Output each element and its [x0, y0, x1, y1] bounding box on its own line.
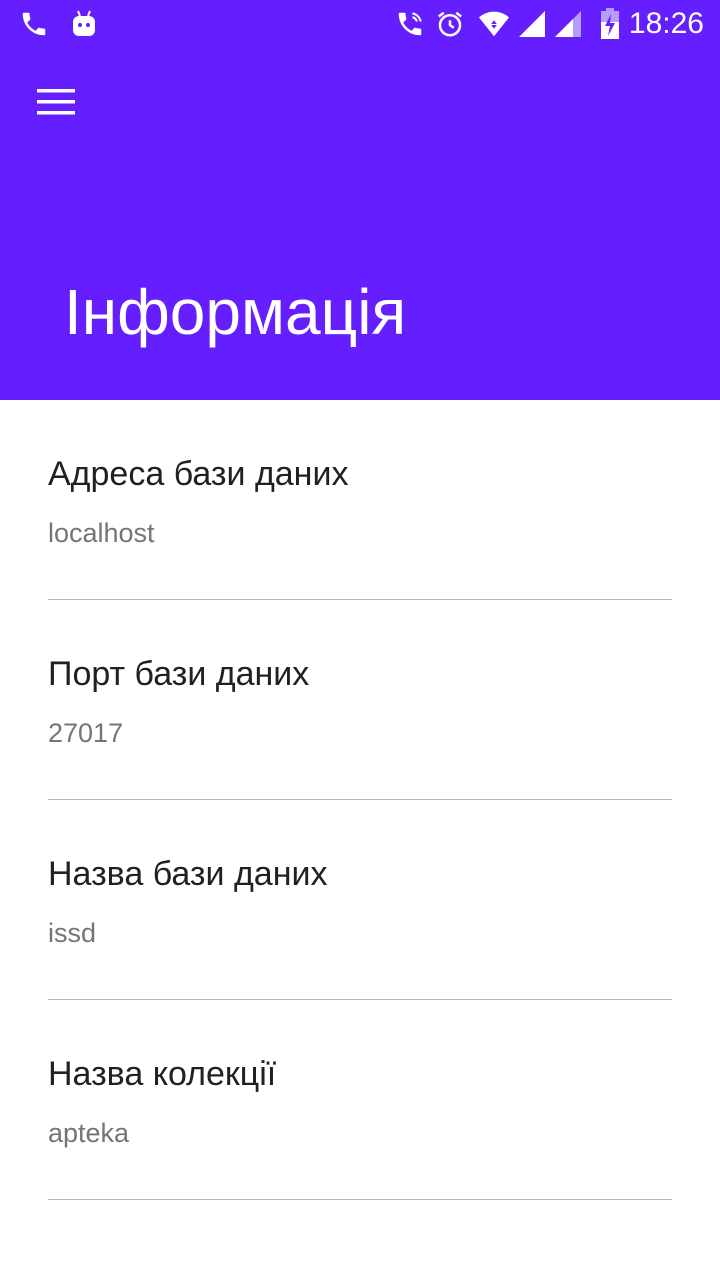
info-list: Адреса бази даних localhost Порт бази да…: [0, 400, 720, 1200]
list-item-collection-name[interactable]: Назва колекції apteka: [48, 1000, 672, 1200]
list-item-database-address[interactable]: Адреса бази даних localhost: [48, 400, 672, 600]
phone-icon: [18, 8, 50, 40]
item-label: Назва бази даних: [48, 855, 328, 893]
android-notification-icon: [68, 8, 100, 40]
item-label: Адреса бази даних: [48, 455, 349, 493]
hamburger-menu-icon: [37, 87, 75, 122]
cellular-signal-icon: [516, 8, 548, 40]
status-time: 18:26: [628, 7, 704, 40]
item-value: apteka: [48, 1118, 130, 1148]
app-bar: 18:26 Інформація: [0, 0, 720, 400]
item-label: Порт бази даних: [48, 655, 310, 693]
wifi-calling-icon: [394, 8, 426, 40]
battery-charging-icon: [594, 8, 626, 40]
status-bar: 18:26: [0, 0, 720, 48]
cellular-signal-secondary-icon: [552, 8, 584, 40]
item-value: 27017: [48, 718, 124, 748]
menu-button[interactable]: [24, 78, 88, 130]
item-value: localhost: [48, 518, 155, 548]
list-item-database-name[interactable]: Назва бази даних issd: [48, 800, 672, 1000]
item-label: Назва колекції: [48, 1055, 277, 1093]
alarm-icon: [434, 8, 466, 40]
list-item-database-port[interactable]: Порт бази даних 27017: [48, 600, 672, 800]
wifi-icon: [478, 8, 510, 40]
page-title: Інформація: [64, 276, 407, 348]
item-value: issd: [48, 918, 97, 948]
